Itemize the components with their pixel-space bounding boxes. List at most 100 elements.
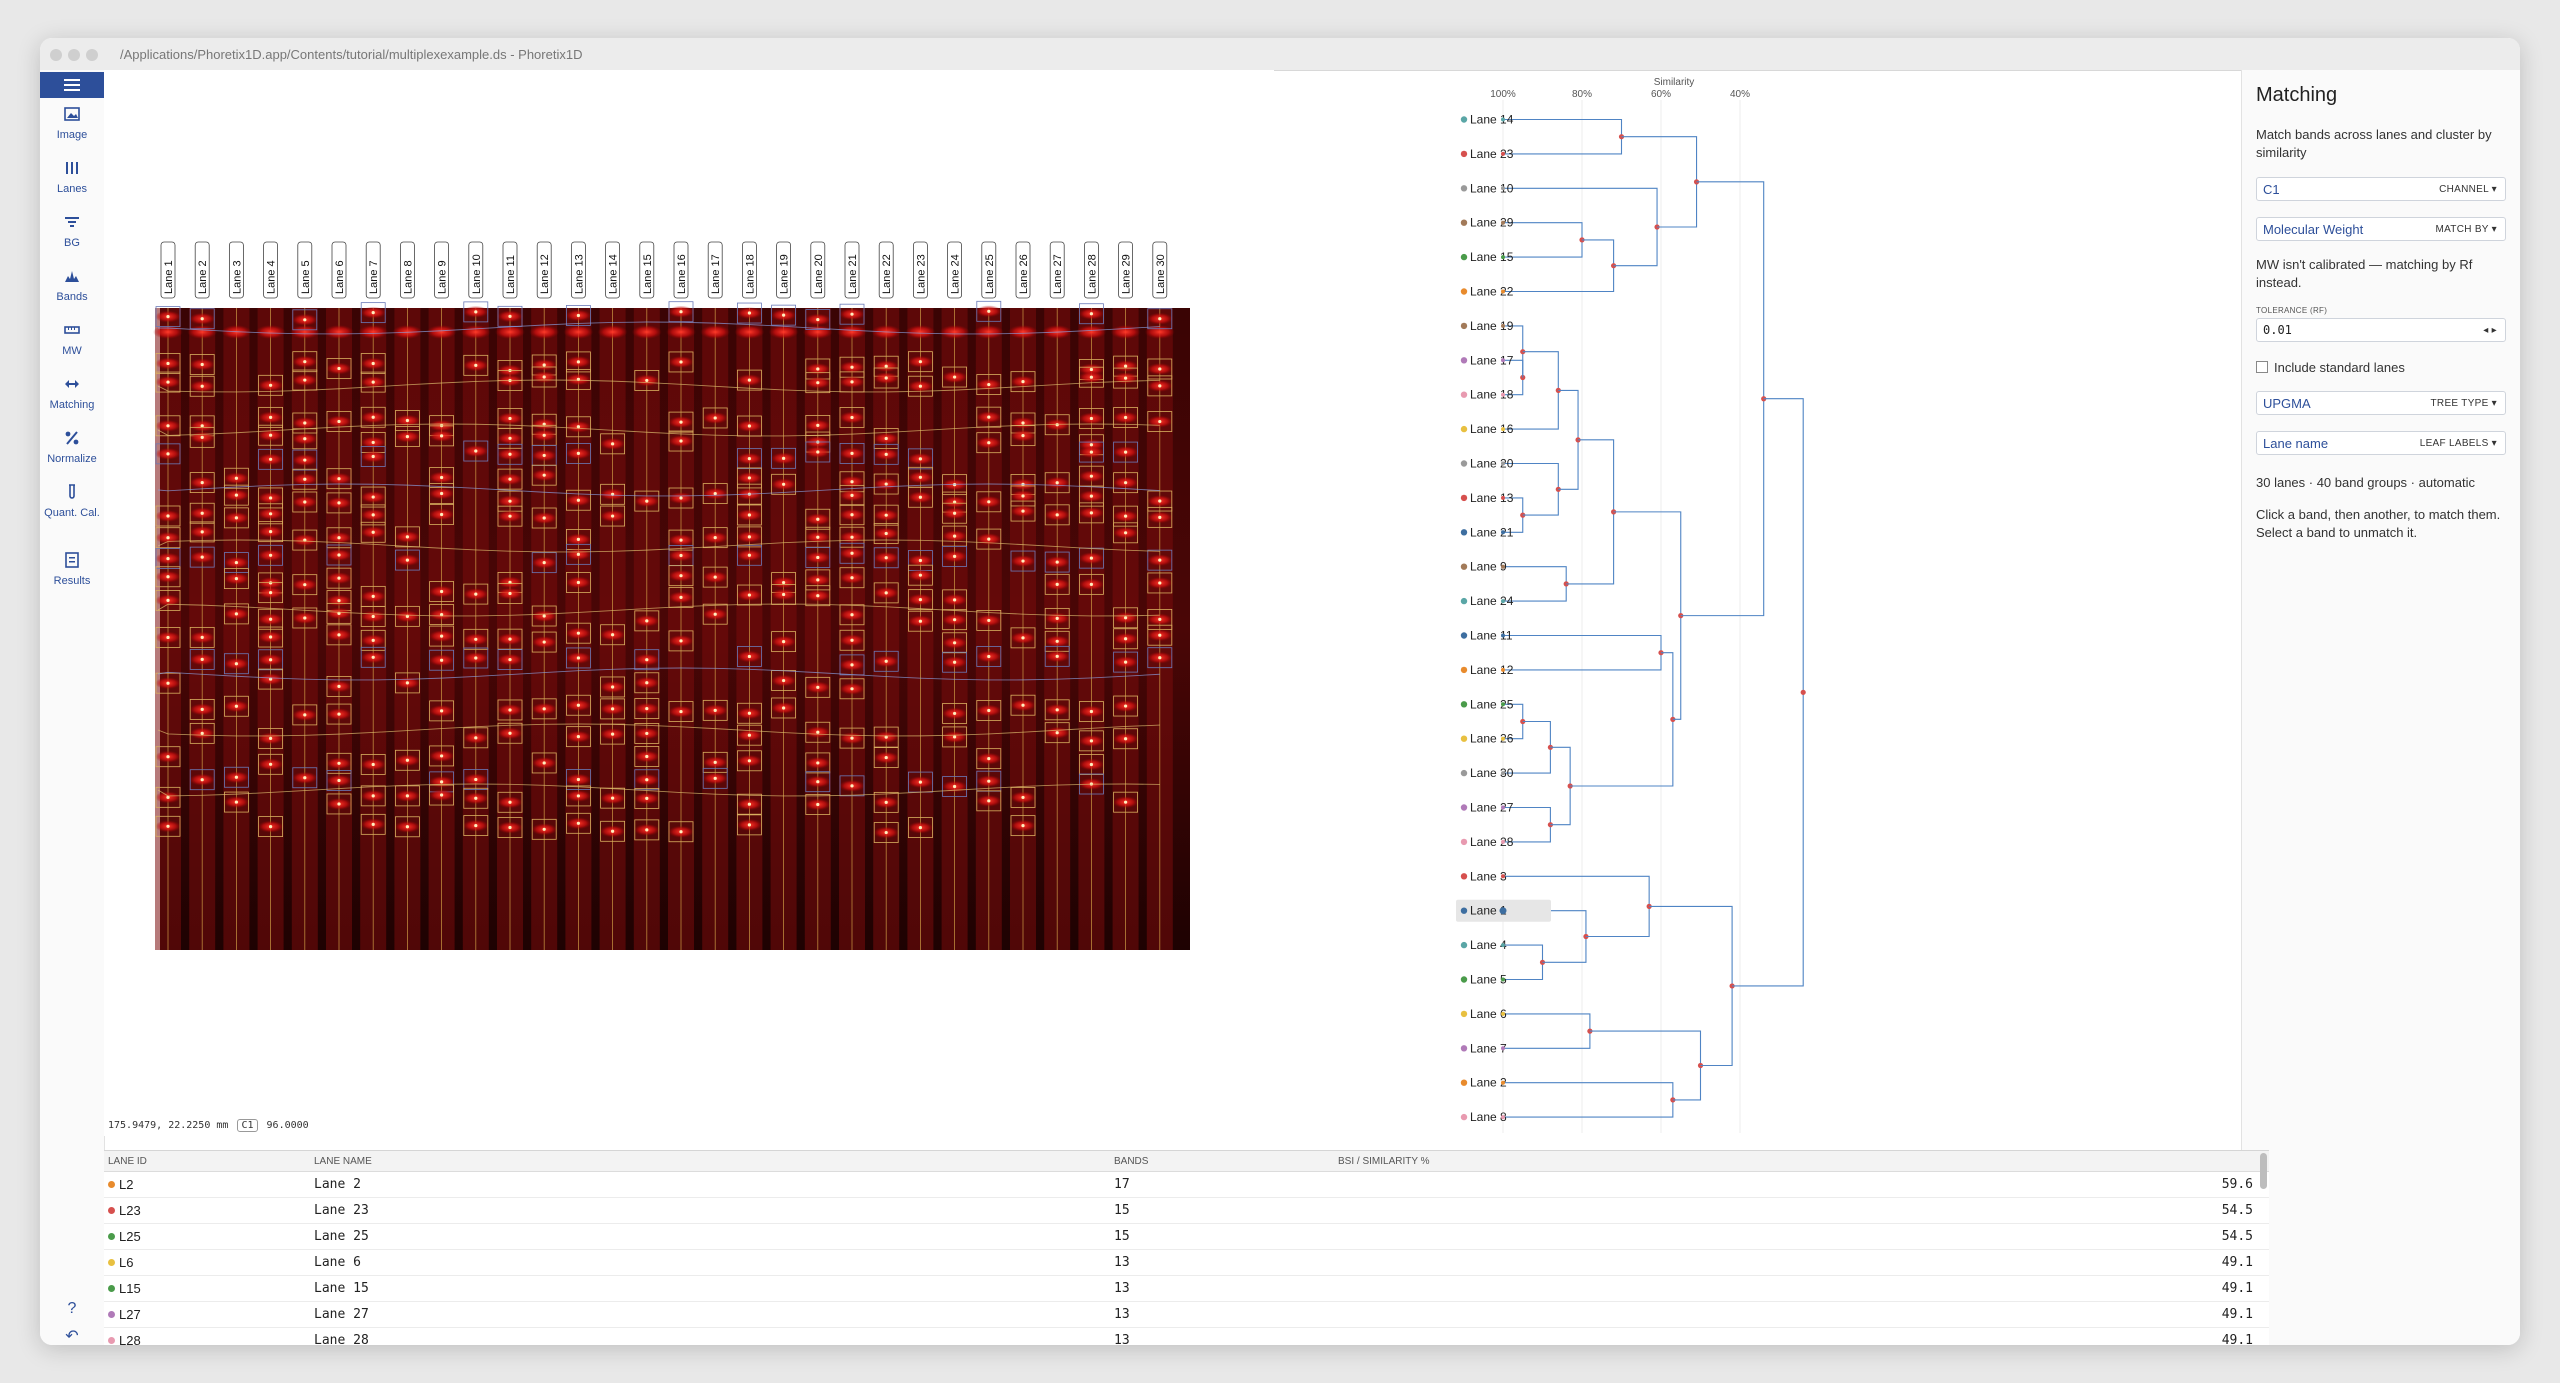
dendrogram-leaf-label[interactable]: Lane 19 [1470,319,1514,333]
table-row[interactable]: L15 Lane 15 13 49.1 [104,1275,2269,1302]
dendrogram-leaf-label[interactable]: Lane 12 [1470,663,1514,677]
leaf-point[interactable] [1501,530,1505,535]
leaf-color-dot [1460,563,1468,570]
dendrogram-leaf-label[interactable]: Lane 24 [1470,594,1514,608]
dendrogram-branch[interactable] [1566,439,1615,585]
table-row[interactable]: L2 Lane 2 17 59.6 [104,1171,2269,1198]
leaf-point[interactable] [1501,461,1505,466]
dendrogram-branch[interactable] [1503,325,1524,378]
leaf-point[interactable] [1501,1011,1505,1016]
dendrogram-leaf-label[interactable]: Lane 17 [1470,353,1514,367]
leaf-point[interactable] [1501,599,1505,604]
dendrogram-leaf-label[interactable]: Lane 16 [1470,422,1514,436]
leaf-labels-select[interactable]: Lane name LEAF LABELS ▾ [2256,431,2506,455]
dendrogram-leaf-label[interactable]: Lane 22 [1470,285,1514,299]
stepper-arrows-icon[interactable]: ◂ ▸ [2483,325,2497,336]
leaf-point[interactable] [1501,1080,1505,1085]
leaf-point[interactable] [1501,943,1505,948]
leaf-point[interactable] [1501,151,1505,156]
dendrogram-node[interactable] [1800,689,1806,695]
leaf-point[interactable] [1501,564,1505,569]
leaf-point[interactable] [1501,667,1505,672]
dendrogram-branch[interactable] [1732,398,1804,987]
dendrogram-leaf-label[interactable]: Lane 13 [1470,491,1514,505]
col-bands[interactable]: BANDS [1114,1156,1148,1167]
leaf-color-dot [1460,116,1468,123]
table-row[interactable]: L25 Lane 25 15 54.5 [104,1223,2269,1250]
table-scrollbar[interactable] [2260,1153,2267,1189]
dendrogram-leaf-label[interactable]: Lane 18 [1470,388,1514,402]
dendrogram-leaf-label[interactable]: Lane 21 [1470,525,1514,539]
dendrogram-leaf-label[interactable]: Lane 26 [1470,732,1514,746]
leaf-point[interactable] [1499,907,1507,915]
dendrogram-leaf-label[interactable]: Lane 11 [1470,629,1513,643]
dendrogram-branch[interactable] [1503,1082,1674,1118]
match-by-select[interactable]: Molecular Weight MATCH BY ▾ [2256,217,2506,241]
leaf-point[interactable] [1501,186,1505,191]
leaf-point[interactable] [1501,633,1505,638]
dendrogram-branch[interactable] [1558,389,1579,490]
leaf-point[interactable] [1501,323,1505,328]
leaf-point[interactable] [1501,771,1505,776]
table-row[interactable]: L23 Lane 23 15 54.5 [104,1197,2269,1224]
leaf-point[interactable] [1501,1046,1505,1051]
dendrogram-leaf-label[interactable]: Lane 15 [1470,250,1514,264]
bands-cell: 13 [1114,1307,1130,1322]
col-bsi[interactable]: BSI / SIMILARITY % [1338,1156,1430,1167]
leaf-point[interactable] [1501,117,1505,122]
dendrogram-branch[interactable] [1503,462,1559,516]
help-icon[interactable]: ? [40,1300,104,1318]
dendrogram-leaf-label[interactable]: Lane 10 [1470,181,1514,195]
leaf-point[interactable] [1501,977,1505,982]
dendrogram-branch[interactable] [1503,1013,1591,1049]
dendrogram-branch[interactable] [1649,905,1733,1067]
leaf-point[interactable] [1501,392,1505,397]
leaf-point[interactable] [1501,427,1505,432]
leaf-point[interactable] [1501,805,1505,810]
col-lane-id[interactable]: LANE ID [108,1156,147,1167]
bands-cell: 13 [1114,1255,1130,1270]
dendrogram-leaf-label[interactable]: Lane 29 [1470,216,1514,230]
dendrogram-tick-label: 60% [1651,89,1671,100]
include-standard-checkbox[interactable] [2256,361,2268,373]
leaf-point[interactable] [1501,358,1505,363]
dendrogram-leaf-label[interactable]: Lane 25 [1470,697,1514,711]
table-row[interactable]: L28 Lane 28 13 49.1 [104,1327,2269,1345]
dendrogram-branch[interactable] [1503,187,1658,267]
dendrogram-leaf-label[interactable]: Lane 30 [1470,766,1514,780]
dendrogram-leaf-label[interactable]: Lane 20 [1470,457,1514,471]
dendrogram-branch[interactable] [1621,136,1698,228]
channel-select[interactable]: C1 CHANNEL ▾ [2256,177,2506,201]
include-standard-row[interactable]: Include standard lanes [2256,360,2405,375]
leaf-point[interactable] [1501,495,1505,500]
tolerance-input[interactable]: 0.01 ◂ ▸ [2256,318,2506,342]
dendrogram-leaf-label[interactable]: Lane 14 [1470,113,1514,127]
leaf-point[interactable] [1501,874,1505,879]
leaf-color-dot [1460,529,1468,536]
dendrogram-branch[interactable] [1503,239,1615,293]
dendrogram-branch[interactable] [1550,746,1571,826]
leaf-point[interactable] [1501,220,1505,225]
dendrogram-branch[interactable] [1589,1030,1702,1101]
dendrogram-branch[interactable] [1503,222,1583,258]
dendrogram-leaf-label[interactable]: Lane 27 [1470,801,1514,815]
table-row[interactable]: L6 Lane 6 13 49.1 [104,1249,2269,1276]
leaf-point[interactable] [1501,1115,1505,1120]
dendrogram-branch[interactable] [1680,181,1765,617]
undo-icon[interactable]: ↶ [40,1326,104,1345]
dendrogram-branch[interactable] [1570,652,1674,787]
dendrogram-branch[interactable] [1503,118,1623,155]
dendrogram-branch[interactable] [1613,511,1682,720]
leaf-point[interactable] [1501,736,1505,741]
dendrogram[interactable]: Similarity 100% 80% 60% 40% Lane 14 Lane 23 Lan… [40,38,2242,1138]
dendrogram-leaf-label[interactable]: Lane 23 [1470,147,1514,161]
col-lane-name[interactable]: LANE NAME [314,1156,372,1167]
table-row[interactable]: L27 Lane 27 13 49.1 [104,1301,2269,1328]
dendrogram-branch[interactable] [1503,944,1544,981]
tree-type-select[interactable]: UPGMA TREE TYPE ▾ [2256,391,2506,415]
leaf-point[interactable] [1501,839,1505,844]
leaf-point[interactable] [1501,702,1505,707]
leaf-point[interactable] [1501,255,1505,260]
dendrogram-leaf-label[interactable]: Lane 28 [1470,835,1514,849]
leaf-point[interactable] [1501,289,1505,294]
